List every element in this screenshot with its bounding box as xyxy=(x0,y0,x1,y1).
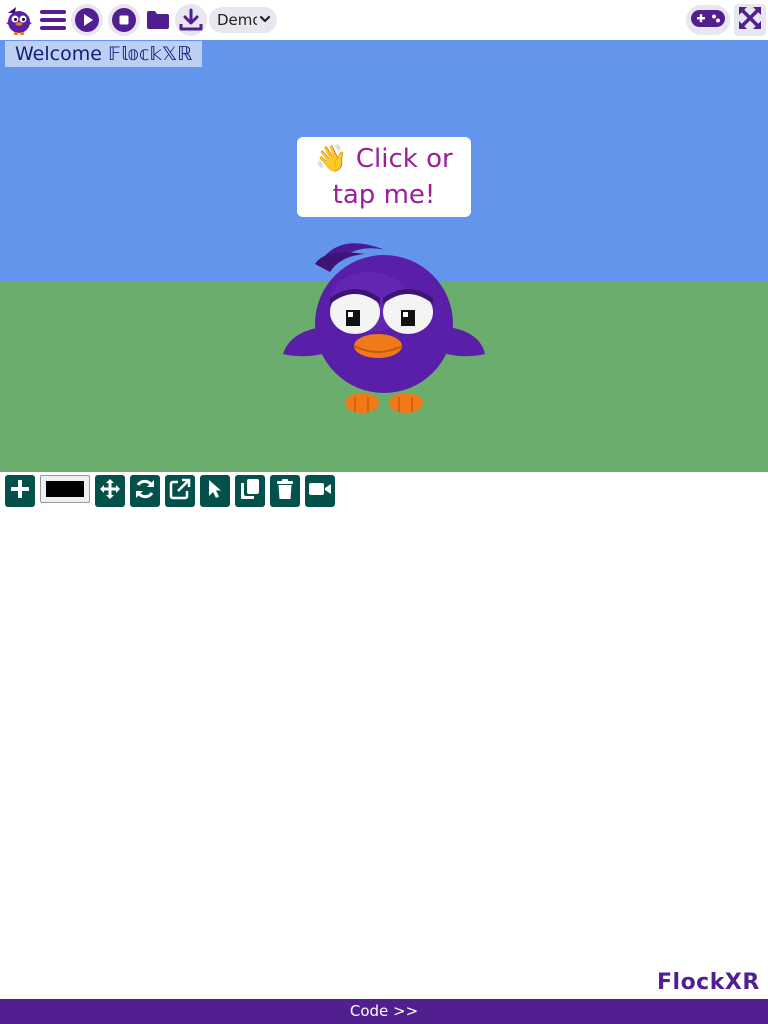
play-button[interactable] xyxy=(71,4,103,36)
pointer-icon xyxy=(206,479,224,503)
move-button[interactable] xyxy=(95,475,125,507)
camera-button[interactable] xyxy=(305,475,335,507)
rotate-button[interactable] xyxy=(130,475,160,507)
flock-logo-icon[interactable] xyxy=(2,3,36,37)
delete-button[interactable] xyxy=(270,475,300,507)
rotate-icon xyxy=(134,478,156,504)
chevron-down-icon xyxy=(259,12,271,30)
gamepad-button[interactable] xyxy=(686,5,730,35)
flockxr-brand-logo: FlockXR xyxy=(656,966,760,995)
download-button[interactable] xyxy=(175,4,207,36)
fullscreen-icon xyxy=(737,5,763,35)
welcome-message: Welcome 𝔽𝕝𝕠𝕔𝕜𝕏ℝ xyxy=(5,41,203,67)
fullscreen-button[interactable] xyxy=(734,4,766,36)
external-link-icon xyxy=(169,478,191,504)
folder-icon xyxy=(146,10,170,30)
copy-icon xyxy=(240,478,260,504)
trash-icon xyxy=(276,478,294,504)
play-icon xyxy=(74,7,100,33)
code-panel-toggle[interactable]: Code >> xyxy=(0,999,768,1024)
video-camera-icon xyxy=(308,480,332,502)
bird-character[interactable] xyxy=(280,232,490,421)
download-icon xyxy=(179,8,203,32)
duplicate-button[interactable] xyxy=(235,475,265,507)
speech-bubble: 👋 Click or tap me! xyxy=(297,137,471,217)
flockxr-app: Demo Welcome 𝔽𝕝𝕠𝕔𝕜𝕏ℝ 👋 Click or tap me! … xyxy=(0,0,768,1024)
color-picker[interactable] xyxy=(40,475,90,503)
stop-icon xyxy=(111,7,137,33)
svg-text:FlockXR: FlockXR xyxy=(657,970,760,994)
menu-icon xyxy=(39,8,67,32)
open-external-button[interactable] xyxy=(165,475,195,507)
move-icon xyxy=(99,478,121,504)
gamepad-icon xyxy=(690,7,726,33)
stop-button[interactable] xyxy=(108,4,140,36)
menu-button[interactable] xyxy=(37,4,69,36)
edit-toolbar xyxy=(0,472,768,512)
color-picker-value xyxy=(46,481,84,497)
demo-select[interactable]: Demo xyxy=(209,7,277,33)
add-object-button[interactable] xyxy=(5,475,35,507)
plus-icon xyxy=(10,479,30,503)
demo-select-value: Demo xyxy=(217,11,257,29)
scene-canvas[interactable]: Welcome 𝔽𝕝𝕠𝕔𝕜𝕏ℝ 👋 Click or tap me! xyxy=(0,40,768,472)
open-file-button[interactable] xyxy=(142,4,174,36)
top-toolbar: Demo xyxy=(0,0,768,40)
select-button[interactable] xyxy=(200,475,230,507)
